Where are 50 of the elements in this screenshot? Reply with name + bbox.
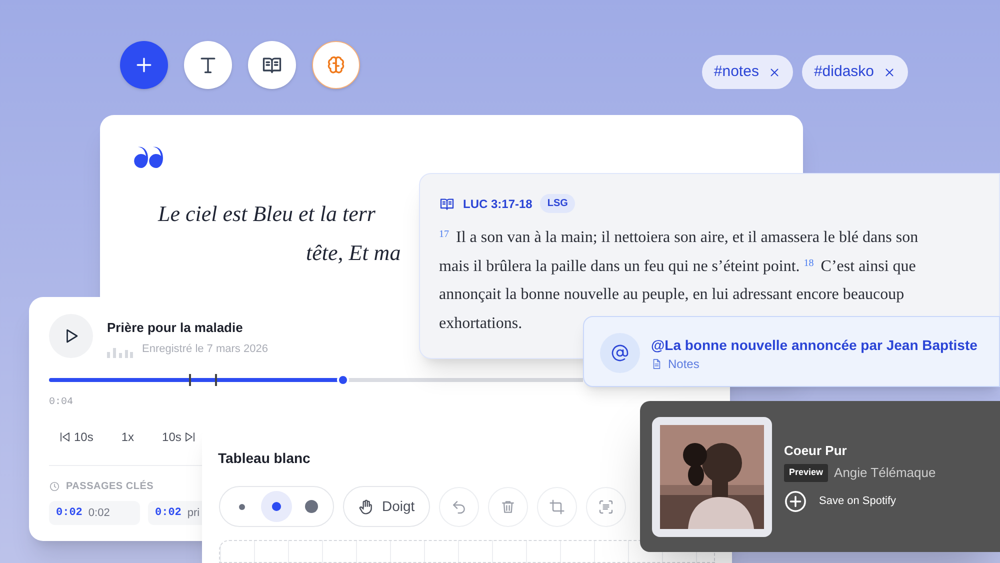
mention-title[interactable]: @La bonne nouvelle annoncée par Jean Baptiste <box>651 335 978 356</box>
tool-button[interactable] <box>586 486 626 526</box>
close-icon[interactable] <box>768 66 781 78</box>
close-icon[interactable] <box>883 66 896 78</box>
book-icon <box>439 196 455 212</box>
quote-text: Le ciel est Bleu et la terr <box>158 200 376 228</box>
elapsed-time: 0:04 <box>49 396 74 410</box>
toolbar-button[interactable] <box>248 41 296 89</box>
playback-control[interactable]: 1x <box>117 427 138 447</box>
tag-label: #didasko <box>814 62 874 82</box>
whiteboard-title: Tableau blanc <box>218 449 310 468</box>
at-sign-icon <box>611 344 629 362</box>
scan-text-icon <box>598 498 614 514</box>
playback-control[interactable]: 10s <box>158 427 200 447</box>
plus-circle-icon <box>784 490 807 513</box>
tag-label: #notes <box>714 62 759 82</box>
passage-chip[interactable]: 0:02 pri <box>148 501 202 525</box>
audio-title: Prière pour la maladie <box>107 319 243 337</box>
hand-icon <box>358 498 374 514</box>
passage-chip[interactable]: 0:02 0:02 <box>49 501 140 525</box>
brush-size-option[interactable] <box>261 491 292 522</box>
crop-icon <box>548 498 565 514</box>
track-title: Coeur Pur <box>784 442 847 460</box>
section-heading: PASSAGES CLÉS <box>66 479 154 494</box>
tool-button[interactable] <box>488 486 528 526</box>
clock-icon <box>49 481 60 492</box>
mention-source: Notes <box>668 356 700 373</box>
quote-text: tête, Et ma <box>306 239 401 267</box>
play-button[interactable] <box>49 314 93 358</box>
trash-icon <box>500 498 516 514</box>
preview-badge: Preview <box>784 464 828 482</box>
document-icon <box>651 358 662 370</box>
skip-back-icon <box>59 431 71 443</box>
brain-icon <box>325 54 347 76</box>
quote-icon <box>133 146 163 168</box>
playback-control[interactable]: 10s <box>55 427 98 447</box>
verse-reference: LUC 3:17-18 <box>463 196 532 212</box>
waveform-icon <box>107 346 133 358</box>
marker-tick <box>189 374 191 386</box>
version-badge: LSG <box>540 194 575 213</box>
skip-forward-icon <box>184 431 196 443</box>
mention-card[interactable]: @La bonne nouvelle annoncée par Jean Baptiste Notes <box>583 316 1000 387</box>
save-button[interactable]: Save on Spotify <box>784 490 896 513</box>
artist-name: Angie Télémaque <box>834 464 936 482</box>
mode-button[interactable]: Doigt <box>343 486 430 527</box>
tool-button[interactable] <box>536 486 577 526</box>
marker-tick <box>215 374 217 386</box>
undo-icon <box>450 498 467 514</box>
recorded-date: Enregistré le 7 mars 2026 <box>142 342 268 357</box>
drawing-canvas[interactable] <box>219 540 715 563</box>
